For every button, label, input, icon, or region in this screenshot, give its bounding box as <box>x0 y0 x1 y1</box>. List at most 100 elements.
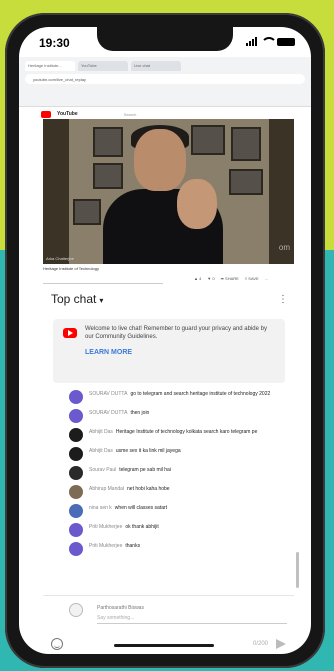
chat-message[interactable]: SOURAV DUTTA then join <box>69 408 299 426</box>
chat-message[interactable]: Abhirup Mandal net hobi kaha hobe <box>69 484 299 502</box>
youtube-logo-icon[interactable] <box>41 110 51 118</box>
avatar[interactable] <box>69 390 83 404</box>
avatar[interactable] <box>69 409 83 423</box>
like-button[interactable]: ▲ 4 <box>194 276 201 281</box>
browser-tab[interactable]: Live chat <box>131 61 181 71</box>
wall-frame <box>93 163 123 189</box>
person-hand <box>177 179 217 229</box>
message-body: Priti Mukherjee thanks <box>89 541 289 549</box>
video-actions: ▲ 4 ▼ 0 ➦ SHARE ≡ SAVE … <box>194 276 269 281</box>
message-body: Sourav Paul telegram pe sab mil hai <box>89 465 289 473</box>
chat-input[interactable]: Say something... <box>97 615 134 621</box>
chat-mode-dropdown[interactable]: Top chat ▾ <box>51 292 103 306</box>
character-counter: 0/200 <box>252 641 268 647</box>
home-indicator <box>114 644 214 647</box>
wall-frame <box>191 125 225 155</box>
save-button[interactable]: ≡ SAVE <box>245 276 259 281</box>
more-button[interactable]: … <box>265 276 269 281</box>
message-author: Abhirup Mandal <box>89 486 125 492</box>
address-bar[interactable]: youtube.com/live_chat_replay <box>25 74 305 84</box>
message-text: usme sex it ka link mil jayega <box>115 448 181 454</box>
learn-more-link[interactable]: LEARN MORE <box>85 349 132 356</box>
browser-tab[interactable]: Heritage Institute... <box>25 61 75 71</box>
message-body: Abhijit Das usme sex it ka link mil jayeg… <box>89 446 289 454</box>
avatar[interactable] <box>69 428 83 442</box>
phone-screen: 19:30 Heritage Institute... YouTube Live… <box>19 27 311 654</box>
chat-title: Top chat <box>51 292 97 306</box>
youtube-play-icon <box>63 328 77 338</box>
message-body: nina sen k when will classes satart <box>89 503 289 511</box>
message-author: nina sen k <box>89 505 112 511</box>
message-text: net hobi kaha hobe <box>127 486 170 492</box>
browser-tab[interactable]: YouTube <box>78 61 128 71</box>
message-author: Abhijit Das <box>89 429 113 435</box>
avatar[interactable] <box>69 504 83 518</box>
video-title[interactable]: Heritage Institute of Technology <box>43 266 99 271</box>
input-underline <box>97 623 287 624</box>
avatar[interactable] <box>69 447 83 461</box>
search-input[interactable]: Search <box>124 112 137 117</box>
message-author: Sourav Paul <box>89 467 117 473</box>
chat-compose: Parthosarathi Biswas Say something... <box>69 603 289 633</box>
message-author: Priti Mukherjee <box>89 524 123 530</box>
battery-icon <box>277 37 295 46</box>
message-body: SOURAV DUTTA then join <box>89 408 289 416</box>
status-icons <box>246 37 295 46</box>
compose-username: Parthosarathi Biswas <box>97 605 144 611</box>
notch <box>97 27 233 51</box>
browser-chrome: Heritage Institute... YouTube Live chat … <box>19 57 311 107</box>
avatar[interactable] <box>69 542 83 556</box>
message-text: thanks <box>125 543 141 549</box>
send-group: 0/200 <box>253 639 286 649</box>
message-author: Priti Mukherjee <box>89 543 123 549</box>
message-author: SOURAV DUTTA <box>89 410 128 416</box>
signal-icon <box>246 37 257 46</box>
avatar[interactable] <box>69 523 83 537</box>
message-text: ok thank abhijit <box>125 524 159 530</box>
message-text: then join <box>130 410 150 416</box>
more-vert-icon[interactable]: ⋮ <box>278 294 288 305</box>
chat-scrollbar[interactable] <box>296 552 299 588</box>
chat-messages: SOURAV DUTTA go to telegram and search he… <box>69 389 299 560</box>
youtube-logo-text[interactable]: YouTube <box>57 111 78 117</box>
video-caption: Arka Chatterjee <box>46 256 74 261</box>
divider <box>43 595 294 596</box>
chat-message[interactable]: Priti Mukherjee ok thank abhijit <box>69 522 299 540</box>
message-text: telegram pe sab mil hai <box>119 467 171 473</box>
message-text: Heritage Institute of technology kolkata… <box>115 429 258 435</box>
chat-header: Top chat ▾ ⋮ <box>43 289 294 309</box>
chat-message[interactable]: Abhijit Das Heritage Institute of technol… <box>69 427 299 445</box>
browser-tabs: Heritage Institute... YouTube Live chat <box>19 57 311 71</box>
message-author: SOURAV DUTTA <box>89 391 128 397</box>
welcome-banner: Welcome to live chat! Remember to guard … <box>53 319 285 383</box>
chat-message[interactable]: Sourav Paul telegram pe sab mil hai <box>69 465 299 483</box>
wall-frame <box>231 127 261 161</box>
chat-message[interactable]: Abhijit Das usme sex it ka link mil jayeg… <box>69 446 299 464</box>
avatar <box>69 603 83 617</box>
video-player[interactable]: om Arka Chatterjee <box>43 119 294 264</box>
chat-message[interactable]: nina sen k when will classes satart <box>69 503 299 521</box>
wall-frame <box>73 199 101 225</box>
person-head <box>134 129 186 191</box>
video-watermark: om <box>278 243 290 252</box>
message-body: Priti Mukherjee ok thank abhijit <box>89 522 289 530</box>
video-progress <box>43 283 163 284</box>
status-time: 19:30 <box>39 36 70 50</box>
send-icon[interactable] <box>276 639 286 649</box>
dislike-button[interactable]: ▼ 0 <box>207 276 214 281</box>
emoji-icon[interactable] <box>51 638 63 650</box>
avatar[interactable] <box>69 485 83 499</box>
message-author: Abhijit Das <box>89 448 113 454</box>
chat-message[interactable]: SOURAV DUTTA go to telegram and search he… <box>69 389 299 407</box>
message-body: Abhijit Das Heritage Institute of technol… <box>89 427 289 435</box>
message-text: when will classes satart <box>114 505 168 511</box>
phone-frame: 19:30 Heritage Institute... YouTube Live… <box>5 13 325 668</box>
share-button[interactable]: ➦ SHARE <box>221 276 239 281</box>
chevron-down-icon: ▾ <box>99 296 104 305</box>
wall-frame <box>229 169 263 195</box>
avatar[interactable] <box>69 466 83 480</box>
wifi-icon <box>261 37 277 46</box>
message-body: SOURAV DUTTA go to telegram and search he… <box>89 389 289 397</box>
chat-message[interactable]: Priti Mukherjee thanks <box>69 541 299 559</box>
wall-frame <box>93 127 123 157</box>
